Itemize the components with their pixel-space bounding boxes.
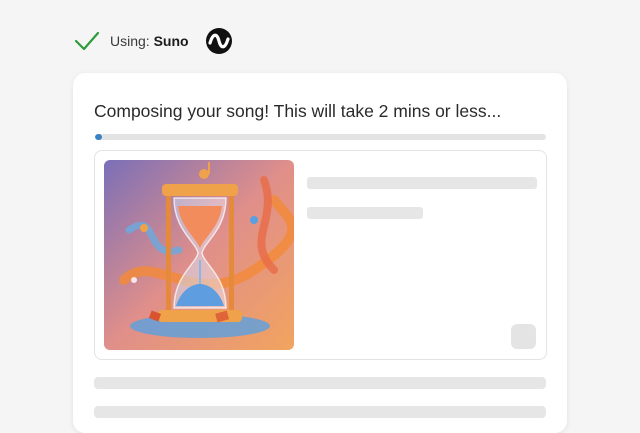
hourglass-music-artwork <box>104 160 294 350</box>
action-button-placeholder <box>511 324 536 349</box>
progress-bar <box>95 134 546 140</box>
song-preview <box>94 150 547 360</box>
provider-status: Using: Suno <box>74 26 233 56</box>
lyrics-placeholder-line <box>94 406 546 418</box>
generation-card: Composing your song! This will take 2 mi… <box>73 73 567 433</box>
suno-logo-icon <box>205 28 232 54</box>
generation-message: Composing your song! This will take 2 mi… <box>94 101 502 121</box>
cover-art-image <box>104 160 294 350</box>
provider-name: Suno <box>153 33 189 49</box>
checkmark-icon <box>74 31 100 51</box>
lyrics-placeholder-line <box>94 377 546 389</box>
song-subtitle-placeholder <box>307 207 423 219</box>
progress-fill <box>95 134 102 140</box>
song-title-placeholder <box>307 177 537 189</box>
provider-label: Using: Suno <box>110 33 189 49</box>
